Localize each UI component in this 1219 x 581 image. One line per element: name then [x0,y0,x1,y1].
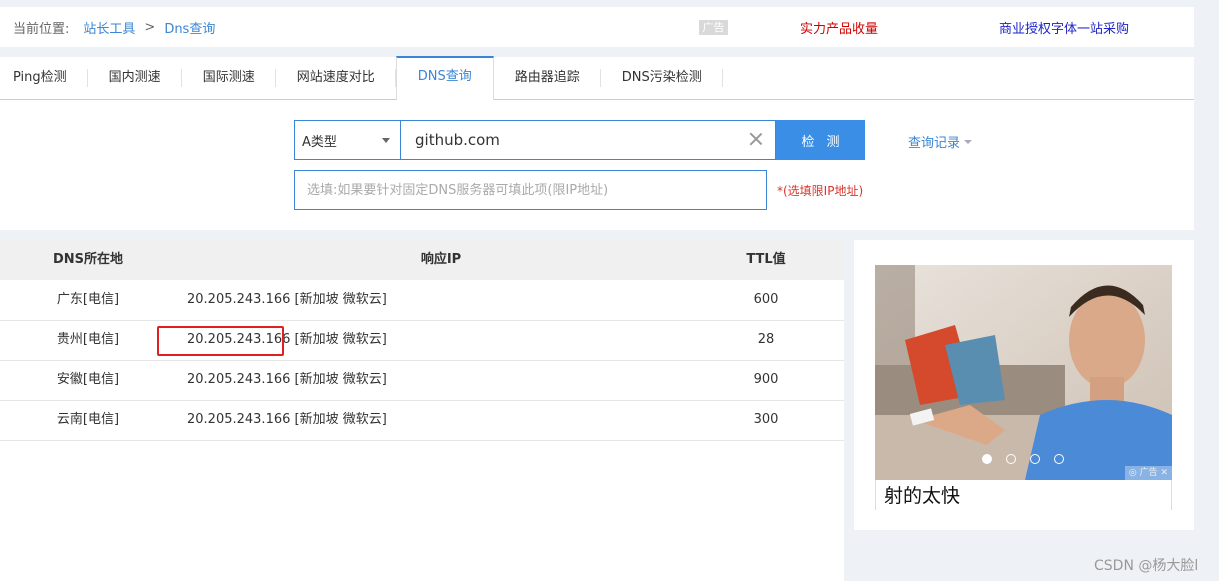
carousel-dot[interactable] [1006,454,1016,464]
ad-caption[interactable]: 射的太快 [875,480,1172,510]
ad-mini-label: 广告 [1139,468,1158,478]
header-ttl: TTL值 [746,252,786,267]
results-table: DNS所在地 响应IP TTL值 广东[电信] 20.205.243.166 [… [0,240,844,581]
breadcrumb-label: 当前位置: [13,22,70,37]
row-ip: 20.205.243.166 [新加坡 微软云] [187,372,387,387]
row-ttl: 300 [753,412,779,427]
ad-photo [875,265,1172,480]
ad-image[interactable]: ◎ 广告 ✕ [875,265,1172,480]
tab-international-speed[interactable]: 国际测速 [182,57,276,100]
breadcrumb: 当前位置: 站长工具 > Dns查询 [13,18,215,37]
table-row: 云南[电信] 20.205.243.166 [新加坡 微软云] 300 [0,400,844,441]
record-type-select[interactable]: A类型 [294,120,400,160]
annotation-highlight-box [157,326,284,356]
query-panel: Ping检测 国内测速 国际测速 网站速度对比 DNS查询 路由器追踪 DNS污… [0,56,1194,230]
side-ad-panel: ◎ 广告 ✕ 射的太快 [854,240,1194,530]
breadcrumb-separator: > [144,20,156,35]
tab-ping[interactable]: Ping检测 [0,57,88,100]
table-header: DNS所在地 响应IP TTL值 [0,240,844,280]
carousel-dots [982,454,1078,464]
chevron-down-icon [964,139,973,144]
ad-link-fonts[interactable]: 商业授权字体一站采购 [999,18,1129,37]
row-location: 贵州[电信] [56,332,120,347]
ad-mini-tag[interactable]: ◎ 广告 ✕ [1124,466,1172,480]
carousel-dot[interactable] [982,454,992,464]
ad-badge: 广告 [699,20,728,35]
domain-input[interactable] [400,120,776,160]
row-location: 广东[电信] [56,292,120,307]
query-history-label: 查询记录 [908,136,961,151]
close-icon[interactable] [748,131,764,147]
ad-link-product[interactable]: 实力产品收量 [800,18,878,37]
dns-server-input[interactable] [294,170,767,210]
header-ip: 响应IP [420,252,462,267]
row-ip: 20.205.243.166 [新加坡 微软云] [187,412,387,427]
table-row: 广东[电信] 20.205.243.166 [新加坡 微软云] 600 [0,280,844,321]
row-ttl: 28 [757,332,775,347]
row-location: 云南[电信] [56,412,120,427]
chevron-down-icon [382,138,390,143]
row-ip: 20.205.243.166 [新加坡 微软云] [187,292,387,307]
tab-traceroute[interactable]: 路由器追踪 [494,57,601,100]
carousel-dot[interactable] [1030,454,1040,464]
dns-server-note: *(选填限IP地址) [777,184,864,198]
breadcrumb-bar: 当前位置: 站长工具 > Dns查询 广告 实力产品收量 商业授权字体一站采购 [0,7,1194,47]
record-type-value: A类型 [302,134,337,150]
table-row: 贵州[电信] 20.205.243.166 [新加坡 微软云] 28 [0,320,844,361]
tab-dns-query[interactable]: DNS查询 [395,56,494,100]
tool-tabs: Ping检测 国内测速 国际测速 网站速度对比 DNS查询 路由器追踪 DNS污… [0,56,1194,100]
row-ttl: 900 [753,372,779,387]
tab-speed-compare[interactable]: 网站速度对比 [276,57,396,100]
breadcrumb-link-tools[interactable]: 站长工具 [83,18,135,37]
check-button[interactable]: 检测 [776,120,865,160]
table-row: 安徽[电信] 20.205.243.166 [新加坡 微软云] 900 [0,360,844,401]
row-ttl: 600 [753,292,779,307]
tab-domestic-speed[interactable]: 国内测速 [88,57,182,100]
header-location: DNS所在地 [52,252,124,267]
breadcrumb-link-dns[interactable]: Dns查询 [164,18,215,37]
row-location: 安徽[电信] [56,372,120,387]
tab-dns-pollution[interactable]: DNS污染检测 [601,57,723,100]
watermark: CSDN @杨大脸l [1094,558,1199,574]
query-history-dropdown[interactable]: 查询记录 [908,132,973,151]
carousel-dot[interactable] [1054,454,1064,464]
